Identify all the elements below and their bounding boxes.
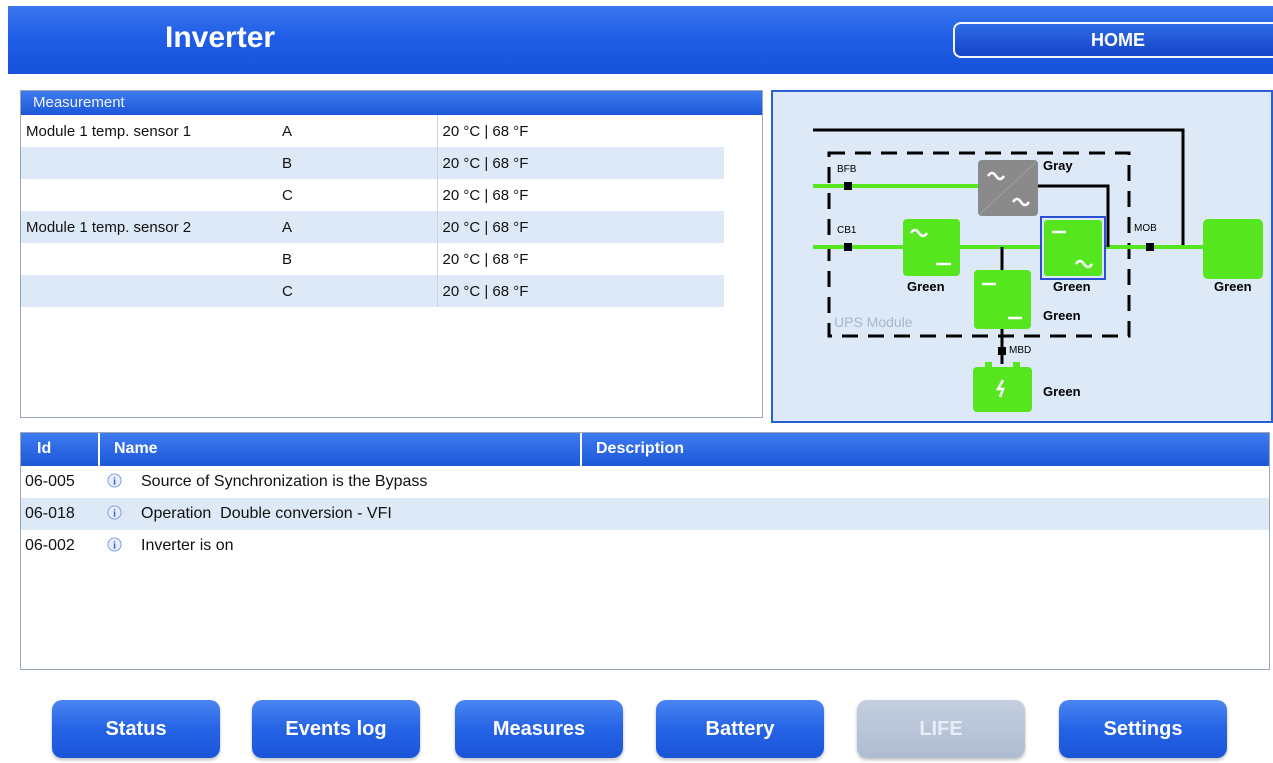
col-header-name[interactable]: Name bbox=[114, 440, 158, 458]
life-button[interactable]: LIFE bbox=[857, 700, 1025, 758]
inverter-status: Green bbox=[1053, 279, 1091, 294]
info-icon: i bbox=[107, 473, 122, 488]
temperature-value: 20 °C | 68 °F bbox=[436, 115, 724, 147]
table-row: Module 1 temp. sensor 2 A 20 °C | 68 °F bbox=[21, 211, 724, 243]
event-row[interactable]: 06-005 i Source of Synchronization is th… bbox=[21, 466, 1269, 498]
mob-label: MOB bbox=[1134, 223, 1157, 234]
svg-text:i: i bbox=[113, 540, 116, 551]
col-header-id[interactable]: Id bbox=[37, 440, 51, 458]
table-row: Module 1 temp. sensor 1 A 20 °C | 68 °F bbox=[21, 115, 724, 147]
svg-text:i: i bbox=[113, 508, 116, 519]
temperature-value: 20 °C | 68 °F bbox=[436, 147, 724, 179]
ups-diagram: BFB CB1 MOB MBD UPS Module Gray Green Gr… bbox=[771, 90, 1273, 423]
phase: A bbox=[282, 122, 293, 140]
bypass-icon bbox=[978, 160, 1038, 216]
table-row: B 20 °C | 68 °F bbox=[21, 147, 724, 179]
measurement-panel: Measurement Module 1 temp. sensor 1 A 20… bbox=[20, 90, 763, 418]
load-icon bbox=[1203, 219, 1263, 279]
battery-icon bbox=[973, 362, 1032, 412]
phase: A bbox=[279, 211, 437, 243]
svg-text:i: i bbox=[113, 476, 116, 487]
phase: C bbox=[282, 186, 293, 204]
info-icon: i bbox=[107, 505, 122, 520]
events-log-button[interactable]: Events log bbox=[252, 700, 420, 758]
ups-diagram-svg bbox=[813, 128, 1263, 412]
inverter-icon bbox=[1040, 216, 1106, 280]
charger-icon bbox=[974, 270, 1031, 329]
rectifier-icon bbox=[903, 219, 960, 276]
status-button[interactable]: Status bbox=[52, 700, 220, 758]
home-button[interactable]: HOME bbox=[953, 22, 1273, 58]
info-icon: i bbox=[107, 537, 122, 552]
event-id: 06-002 bbox=[25, 537, 75, 554]
load-status: Green bbox=[1214, 279, 1252, 294]
phase: C bbox=[279, 275, 437, 307]
col-header-description[interactable]: Description bbox=[596, 440, 684, 458]
ups-module-label: UPS Module bbox=[834, 314, 913, 330]
rectifier-status: Green bbox=[907, 279, 945, 294]
table-row: C 20 °C | 68 °F bbox=[21, 275, 724, 307]
temperature-value: 20 °C | 68 °F bbox=[436, 275, 724, 307]
event-row[interactable]: 06-002 i Inverter is on bbox=[21, 530, 1269, 562]
event-name: Source of Synchronization is the Bypass bbox=[141, 473, 428, 490]
temperature-value: 20 °C | 68 °F bbox=[436, 243, 724, 275]
event-row[interactable]: 06-018 i Operation Double conversion - V… bbox=[21, 498, 1269, 530]
settings-button[interactable]: Settings bbox=[1059, 700, 1227, 758]
event-name: Inverter is on bbox=[141, 537, 234, 554]
sensor-name bbox=[21, 179, 279, 211]
event-id: 06-005 bbox=[25, 473, 75, 490]
event-name: Operation Double conversion - VFI bbox=[141, 505, 392, 522]
sensor-name bbox=[21, 147, 279, 179]
battery-button[interactable]: Battery bbox=[656, 700, 824, 758]
sensor-name: Module 1 temp. sensor 1 bbox=[26, 122, 192, 140]
battery-status: Green bbox=[1043, 384, 1081, 399]
bypass-status: Gray bbox=[1043, 158, 1073, 173]
table-row: B 20 °C | 68 °F bbox=[21, 243, 724, 275]
table-row: C 20 °C | 68 °F bbox=[21, 179, 724, 211]
event-id: 06-018 bbox=[25, 505, 75, 522]
measurement-table: Module 1 temp. sensor 1 A 20 °C | 68 °F … bbox=[21, 115, 724, 307]
temperature-value: 20 °C | 68 °F bbox=[436, 211, 724, 243]
sensor-name bbox=[21, 275, 279, 307]
header-bar: Inverter HOME bbox=[8, 6, 1273, 74]
page-title: Inverter bbox=[165, 21, 276, 54]
phase: B bbox=[279, 147, 437, 179]
charger-status: Green bbox=[1043, 308, 1081, 323]
bfb-label: BFB bbox=[837, 164, 857, 175]
cb1-label: CB1 bbox=[837, 225, 857, 236]
phase: B bbox=[282, 250, 293, 268]
measures-button[interactable]: Measures bbox=[455, 700, 623, 758]
temperature-value: 20 °C | 68 °F bbox=[436, 179, 724, 211]
events-panel: Id Name Description 06-005 i Source of S… bbox=[20, 432, 1270, 670]
sensor-name: Module 1 temp. sensor 2 bbox=[21, 211, 279, 243]
events-header: Id Name Description bbox=[21, 433, 1269, 466]
sensor-name bbox=[21, 243, 279, 275]
measurement-title: Measurement bbox=[21, 91, 762, 115]
mbd-label: MBD bbox=[1009, 345, 1032, 356]
